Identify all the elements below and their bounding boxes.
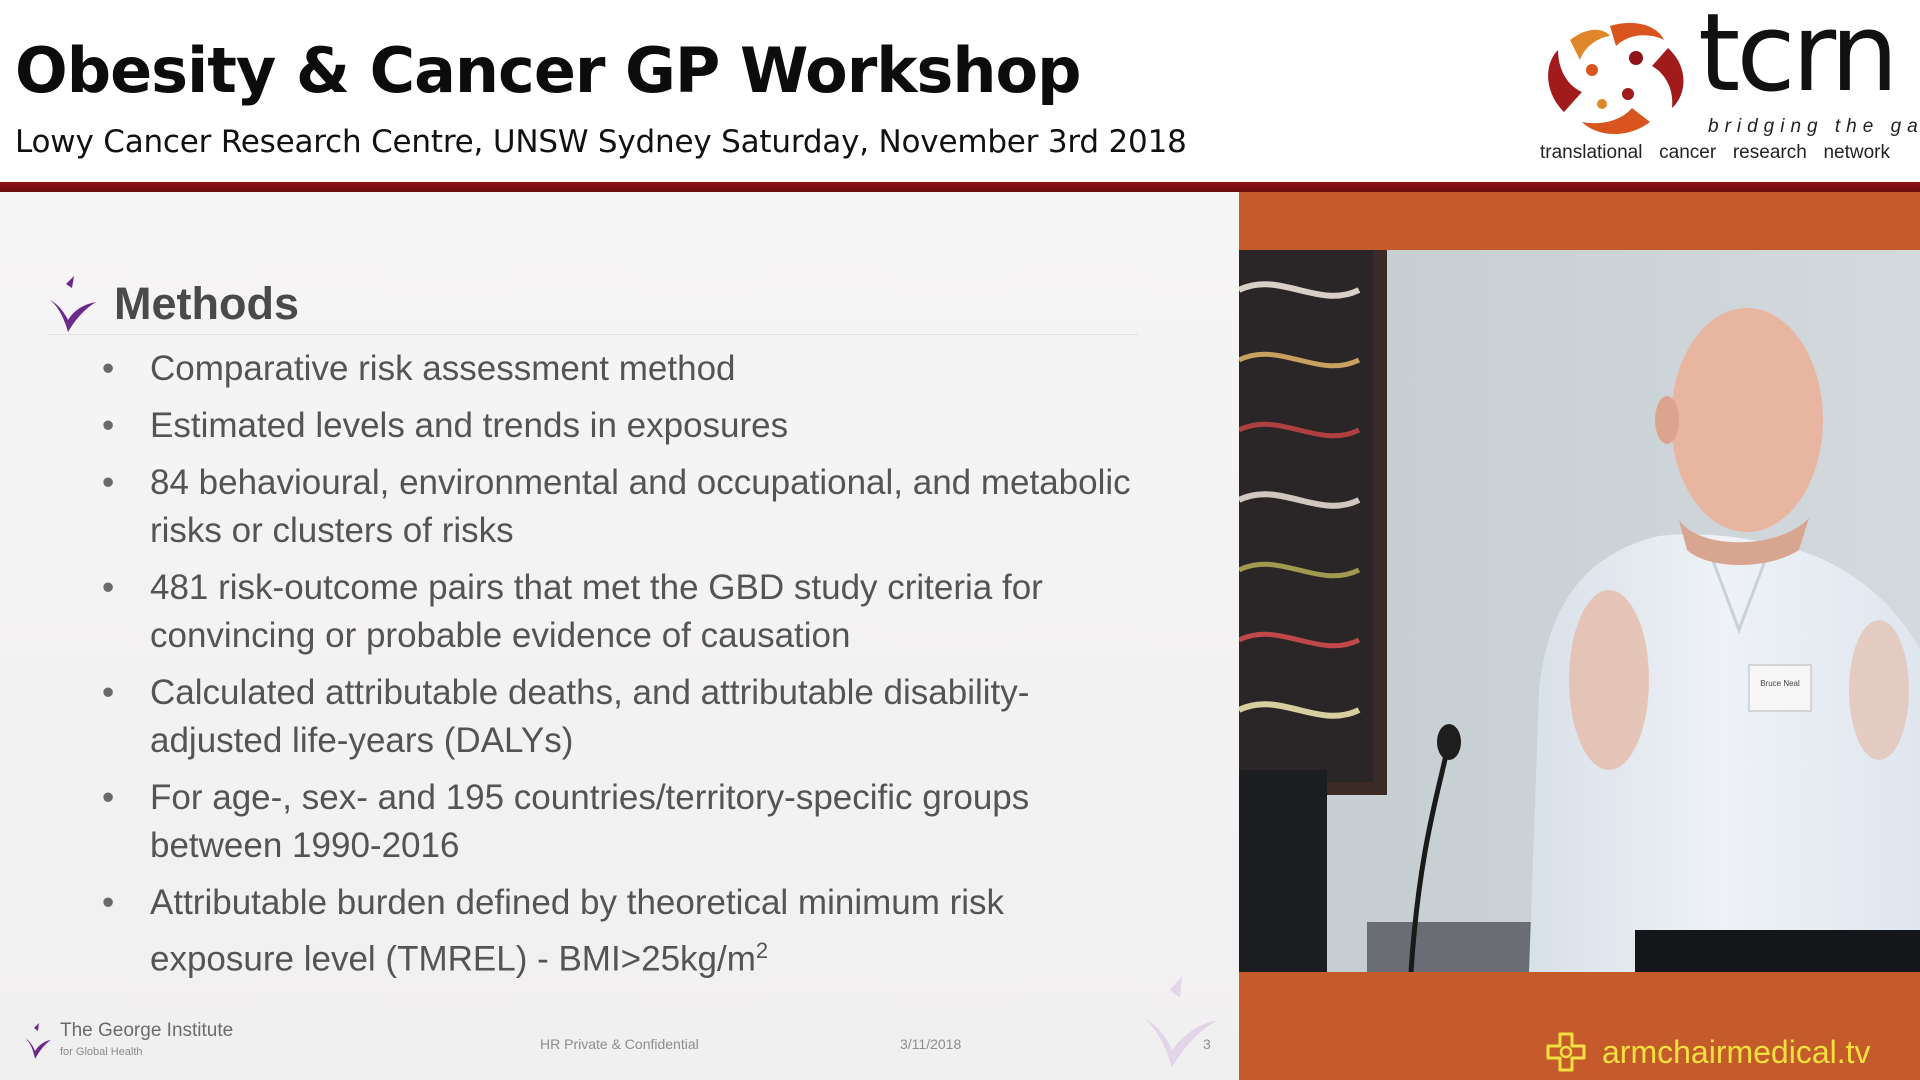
slide-footer: The George Institute for Global Health H… xyxy=(0,1010,1239,1080)
video-panel: Bruce Neal armchairmedical.tv xyxy=(1239,192,1920,1080)
tcrn-word-research: research xyxy=(1732,142,1807,163)
bullet-text: Estimated levels and trends in exposures xyxy=(150,406,789,445)
bullet-item: • Calculated attributable deaths, and at… xyxy=(100,669,1140,765)
bullet-text: Comparative risk assessment method xyxy=(150,349,736,388)
workshop-title: Obesity & Cancer GP Workshop xyxy=(15,34,1082,107)
institute-subtitle: for Global Health xyxy=(60,1046,143,1058)
slide-heading: Methods xyxy=(114,278,299,329)
bullet-text: Attributable burden defined by theoretic… xyxy=(150,883,1005,979)
tcrn-swirl-icon xyxy=(1548,22,1684,135)
speaker-hand xyxy=(1569,590,1649,770)
bullet-superscript: 2 xyxy=(755,938,769,963)
medical-cross-icon xyxy=(1546,1032,1586,1072)
bullet-item: • 481 risk-outcome pairs that met the GB… xyxy=(100,564,1140,660)
bullet-item: • 84 behavioural, environmental and occu… xyxy=(100,459,1140,555)
bullet-text: For age-, sex- and 195 countries/territo… xyxy=(150,778,1030,865)
monitor xyxy=(1239,770,1327,972)
bullet-dot: • xyxy=(102,349,115,388)
bullet-dot: • xyxy=(102,406,115,445)
speaker-head xyxy=(1671,308,1823,532)
header-divider xyxy=(0,182,1920,192)
presentation-slide: Methods • Comparative risk assessment me… xyxy=(0,192,1239,1080)
institute-name: The George Institute xyxy=(60,1020,234,1041)
tcrn-word-network: network xyxy=(1823,142,1890,163)
bullet-dot: • xyxy=(102,463,115,502)
george-institute-small-logo-icon xyxy=(25,1023,51,1059)
heading-rule xyxy=(48,334,1138,335)
confidential-label: HR Private & Confidential xyxy=(540,1036,699,1052)
tcrn-tagline: bridging the gap xyxy=(1708,116,1920,137)
header: Obesity & Cancer GP Workshop Lowy Cancer… xyxy=(0,0,1920,182)
bullet-text: 481 risk-outcome pairs that met the GBD … xyxy=(150,568,1043,655)
name-badge-text: Bruce Neal xyxy=(1760,679,1800,688)
bullet-text: Calculated attributable deaths, and attr… xyxy=(150,673,1030,760)
bullet-dot: • xyxy=(102,883,115,922)
bullet-dot: • xyxy=(102,568,115,607)
brand-name: armchairmedical.tv xyxy=(1602,1034,1871,1070)
bullet-item: • For age-, sex- and 195 countries/terri… xyxy=(100,774,1140,870)
bullet-list: • Comparative risk assessment method • E… xyxy=(100,345,1140,993)
bullet-item: • Comparative risk assessment method xyxy=(100,345,1140,393)
bullet-text: 84 behavioural, environmental and occupa… xyxy=(150,463,1131,550)
tcrn-logo: tcrn bridging the gap translational canc… xyxy=(1540,0,1920,169)
slide-page-number: 3 xyxy=(1203,1036,1211,1052)
bullet-item: • Estimated levels and trends in exposur… xyxy=(100,402,1140,450)
george-institute-logo-icon xyxy=(50,276,96,332)
tcrn-wordmark: tcrn xyxy=(1698,0,1899,116)
tcrn-word-cancer: cancer xyxy=(1659,142,1717,163)
bullet-dot: • xyxy=(102,778,115,817)
name-badge xyxy=(1748,664,1812,712)
tcrn-word-translational: translational xyxy=(1540,142,1643,163)
speaker-video: Bruce Neal xyxy=(1239,250,1920,972)
tcrn-network-words: translational cancer research network xyxy=(1540,142,1890,164)
slide-date: 3/11/2018 xyxy=(900,1036,962,1052)
bullet-dot: • xyxy=(102,673,115,712)
workshop-subtitle: Lowy Cancer Research Centre, UNSW Sydney… xyxy=(15,124,1187,160)
bullet-item: • Attributable burden defined by theoret… xyxy=(100,879,1140,984)
